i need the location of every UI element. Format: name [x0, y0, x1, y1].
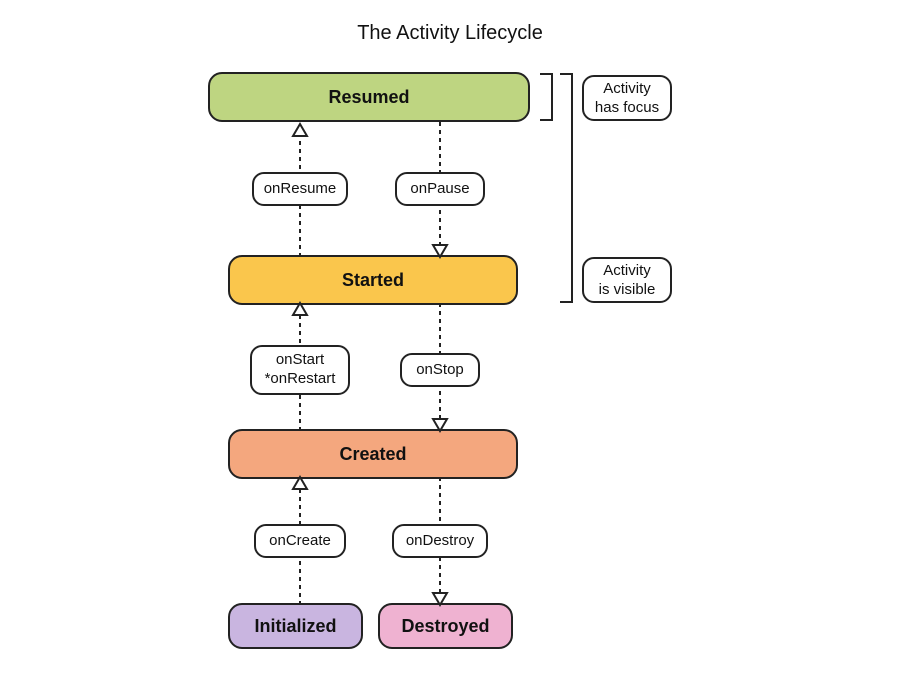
state-started: Started — [228, 255, 518, 305]
state-initialized: Initialized — [228, 603, 363, 649]
diagram-title: The Activity Lifecycle — [0, 22, 900, 45]
bracket-visible — [560, 74, 572, 302]
side-label-focus: Activity has focus — [582, 75, 672, 121]
state-resumed: Resumed — [208, 72, 530, 122]
pill-onstop: onStop — [400, 353, 480, 387]
state-created: Created — [228, 429, 518, 479]
side-label-visible: Activity is visible — [582, 257, 672, 303]
bracket-focus — [540, 74, 552, 120]
diagram-canvas: The Activity Lifecycle Resumed Started C… — [0, 0, 900, 695]
pill-oncreate: onCreate — [254, 524, 346, 558]
arrowhead-onresume — [293, 124, 307, 136]
pill-onresume: onResume — [252, 172, 348, 206]
pill-ondestroy: onDestroy — [392, 524, 488, 558]
pill-onstart: onStart *onRestart — [250, 345, 350, 395]
state-destroyed: Destroyed — [378, 603, 513, 649]
pill-onpause: onPause — [395, 172, 485, 206]
